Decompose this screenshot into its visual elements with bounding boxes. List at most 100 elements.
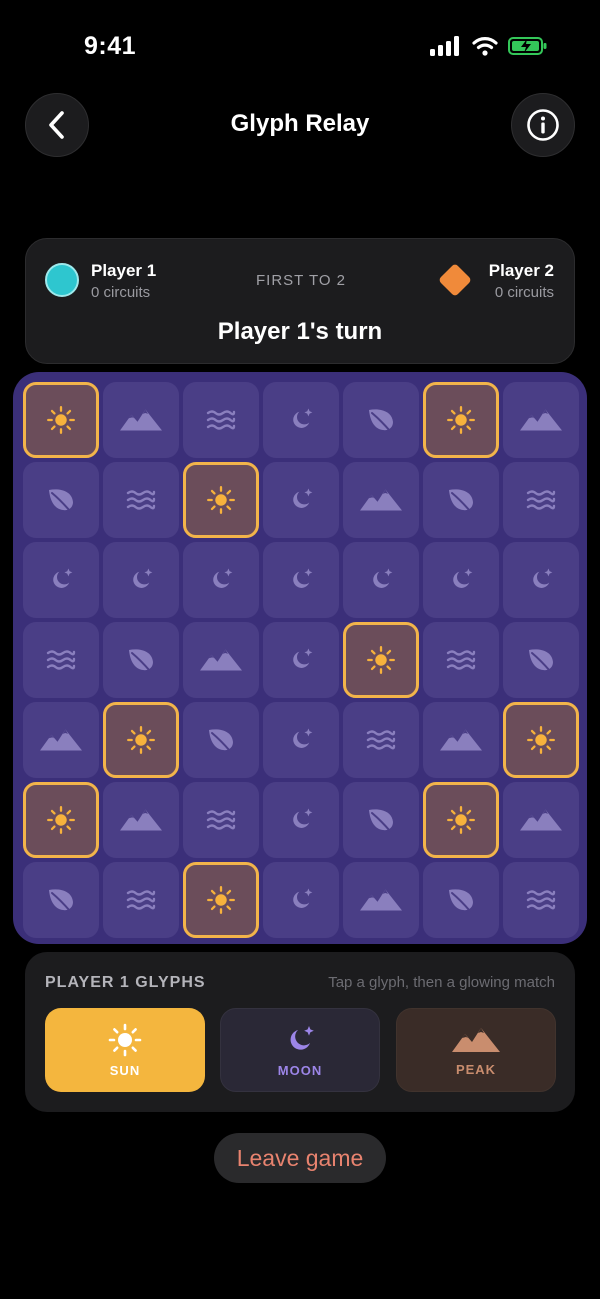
leaf-icon [446, 486, 476, 514]
glyph-moon-label: MOON [277, 1062, 323, 1078]
sun-icon [206, 485, 236, 515]
status-bar: 9:41 [0, 0, 600, 96]
wave-icon [126, 888, 156, 912]
board-cell-moon[interactable] [263, 382, 339, 458]
board-cell-moon[interactable] [503, 542, 579, 618]
board-cell-moon[interactable] [263, 622, 339, 698]
board-cell-leaf[interactable] [343, 782, 419, 858]
moon-icon [527, 566, 555, 594]
peak-icon [358, 886, 404, 914]
board-cell-wave[interactable] [23, 622, 99, 698]
player2-token [438, 263, 472, 297]
board-cell-peak[interactable] [503, 382, 579, 458]
glyph-moon-button[interactable]: MOON [220, 1008, 380, 1092]
board-cell-sun[interactable] [183, 462, 259, 538]
board-cell-peak[interactable] [103, 382, 179, 458]
wave-icon [526, 488, 556, 512]
moon-icon [287, 486, 315, 514]
peak-icon [118, 806, 164, 834]
player2-circuits: 0 circuits [494, 284, 554, 301]
player1-token [45, 263, 79, 297]
moon-icon [367, 566, 395, 594]
board-cell-moon[interactable] [423, 542, 499, 618]
board-cell-moon[interactable] [263, 862, 339, 938]
board-cell-sun[interactable] [423, 782, 499, 858]
leaf-icon [366, 406, 396, 434]
board-cell-leaf[interactable] [103, 622, 179, 698]
board-cell-peak[interactable] [423, 702, 499, 778]
board-cell-leaf[interactable] [23, 462, 99, 538]
wave-icon [206, 408, 236, 432]
wave-icon [526, 888, 556, 912]
peak-icon [118, 406, 164, 434]
glyph-sun-label: SUN [109, 1062, 141, 1078]
board-cell-moon[interactable] [263, 782, 339, 858]
board-cell-sun[interactable] [503, 702, 579, 778]
peak-icon [518, 406, 564, 434]
board-cell-leaf[interactable] [423, 462, 499, 538]
board-cell-sun[interactable] [183, 862, 259, 938]
board-cell-peak[interactable] [343, 462, 419, 538]
moon-icon [287, 806, 315, 834]
board-cell-leaf[interactable] [183, 702, 259, 778]
board-cell-peak[interactable] [23, 702, 99, 778]
back-button[interactable] [25, 93, 89, 157]
moon-icon [287, 646, 315, 674]
leaf-icon [446, 886, 476, 914]
sun-icon [446, 405, 476, 435]
moon-icon [447, 566, 475, 594]
sun-icon [366, 645, 396, 675]
board-cell-sun[interactable] [23, 782, 99, 858]
board-cell-peak[interactable] [183, 622, 259, 698]
player1-name: Player 1 [91, 261, 157, 280]
board-cell-moon[interactable] [343, 542, 419, 618]
wave-icon [206, 808, 236, 832]
glyph-peak-button[interactable]: PEAK [396, 1008, 556, 1092]
status-icons [430, 36, 548, 56]
cellular-signal-icon [430, 36, 459, 56]
board-cell-wave[interactable] [503, 462, 579, 538]
board-cell-sun[interactable] [23, 382, 99, 458]
board-cell-sun[interactable] [343, 622, 419, 698]
wave-icon [46, 648, 76, 672]
board-cell-peak[interactable] [343, 862, 419, 938]
board-cell-wave[interactable] [343, 702, 419, 778]
status-time: 9:41 [84, 32, 137, 60]
info-icon [527, 109, 559, 141]
leaf-icon [366, 806, 396, 834]
board-cell-leaf[interactable] [503, 622, 579, 698]
page-title: Glyph Relay [230, 110, 370, 137]
peak-icon [198, 646, 244, 674]
board-cell-moon[interactable] [263, 462, 339, 538]
board-cell-wave[interactable] [183, 382, 259, 458]
leave-game-button[interactable]: Leave game [214, 1133, 386, 1183]
sun-icon [446, 805, 476, 835]
board-cell-moon[interactable] [103, 542, 179, 618]
player2-name: Player 2 [488, 261, 554, 280]
board-cell-wave[interactable] [103, 862, 179, 938]
board-cell-wave[interactable] [183, 782, 259, 858]
glyph-sun-button[interactable]: SUN [45, 1008, 205, 1092]
board-cell-peak[interactable] [503, 782, 579, 858]
chevron-left-icon [49, 111, 64, 139]
board-cell-moon[interactable] [23, 542, 99, 618]
board-cell-sun[interactable] [423, 382, 499, 458]
moon-icon [207, 566, 235, 594]
board-cell-leaf[interactable] [423, 862, 499, 938]
info-button[interactable] [511, 93, 575, 157]
sun-icon [108, 1023, 142, 1056]
player-glyphs-panel: PLAYER 1 GLYPHS Tap a glyph, then a glow… [25, 952, 575, 1112]
board-cell-moon[interactable] [183, 542, 259, 618]
board-cell-peak[interactable] [103, 782, 179, 858]
peak-icon [358, 486, 404, 514]
board-cell-moon[interactable] [263, 702, 339, 778]
board-cell-sun[interactable] [103, 702, 179, 778]
board-cell-wave[interactable] [423, 622, 499, 698]
board-cell-leaf[interactable] [23, 862, 99, 938]
glyph-peak-label: PEAK [455, 1061, 497, 1077]
board-cell-moon[interactable] [263, 542, 339, 618]
wave-icon [366, 728, 396, 752]
board-cell-wave[interactable] [503, 862, 579, 938]
board-cell-leaf[interactable] [343, 382, 419, 458]
board-cell-wave[interactable] [103, 462, 179, 538]
